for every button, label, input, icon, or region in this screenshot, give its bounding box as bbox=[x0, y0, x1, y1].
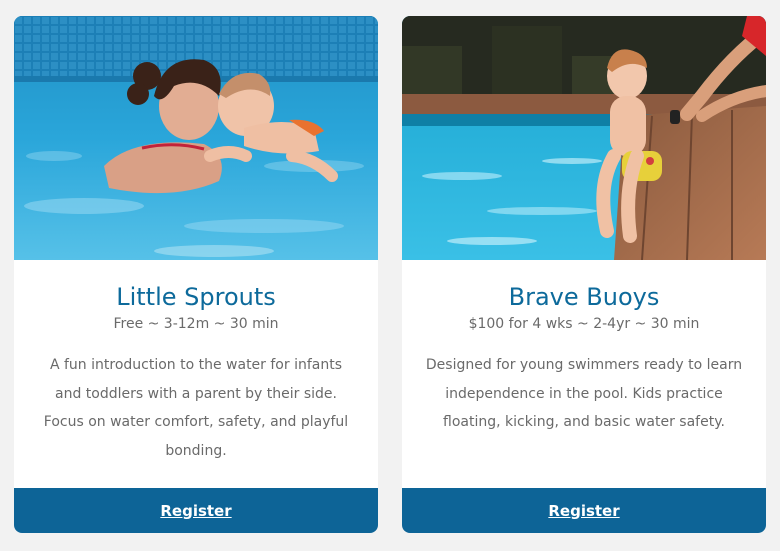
class-title: Little Sprouts bbox=[116, 283, 276, 311]
class-meta: Free ~ 3-12m ~ 30 min bbox=[113, 316, 279, 332]
class-cards: Little Sprouts Free ~ 3-12m ~ 30 min A f… bbox=[0, 0, 780, 551]
class-photo bbox=[14, 16, 378, 260]
class-photo bbox=[402, 16, 766, 260]
register-button[interactable]: Register bbox=[402, 488, 766, 533]
class-card-little-sprouts: Little Sprouts Free ~ 3-12m ~ 30 min A f… bbox=[14, 16, 378, 533]
class-description: A fun introduction to the water for infa… bbox=[43, 357, 349, 459]
class-card-brave-buoys: Brave Buoys $100 for 4 wks ~ 2-4yr ~ 30 … bbox=[402, 16, 766, 533]
class-description: Designed for young swimmers ready to lea… bbox=[425, 357, 743, 430]
class-title: Brave Buoys bbox=[508, 283, 660, 311]
class-meta: $100 for 4 wks ~ 2-4yr ~ 30 min bbox=[468, 316, 700, 332]
register-button[interactable]: Register bbox=[14, 488, 378, 533]
